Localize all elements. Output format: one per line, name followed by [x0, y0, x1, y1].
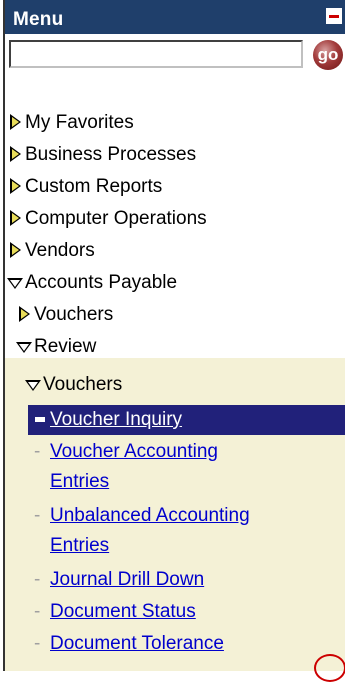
menu-item-custom-reports[interactable]: Custom Reports [5, 170, 345, 202]
link-line: Entries [50, 471, 110, 492]
menu-item-review-vouchers[interactable]: Vouchers [5, 368, 345, 400]
menu-item-business-processes[interactable]: Business Processes [5, 138, 345, 170]
link-line: Unbalanced Accounting [50, 505, 250, 526]
menu-item-label: Accounts Payable [25, 272, 178, 293]
menu-item-computer-operations[interactable]: Computer Operations [5, 202, 345, 234]
menu-item-label: Vouchers [43, 374, 123, 395]
menu-item-accounts-payable[interactable]: Accounts Payable [5, 266, 345, 298]
link-voucher-inquiry[interactable]: Voucher Inquiry [50, 405, 182, 435]
folder-expanded-icon [25, 380, 41, 391]
menu-item-label: Vouchers [34, 304, 114, 325]
menu-item-vendors[interactable]: Vendors [5, 234, 345, 266]
link-voucher-accounting-entries[interactable]: Voucher Accounting Entries [50, 437, 218, 497]
link-text: Document Tolerance [50, 633, 224, 654]
dash-icon: - [34, 441, 41, 462]
menu-item-label: Custom Reports [25, 176, 163, 197]
menu-item-my-favorites[interactable]: My Favorites [5, 106, 345, 138]
folder-expanded-icon [16, 342, 32, 353]
folder-collapsed-icon [19, 306, 30, 322]
minus-icon [329, 15, 339, 18]
folder-collapsed-icon [10, 210, 21, 226]
folder-collapsed-icon [10, 242, 21, 258]
dash-icon: - [34, 569, 41, 590]
menu-header: Menu [5, 0, 345, 34]
menu-item-label: Business Processes [25, 144, 197, 165]
dash-icon: - [34, 505, 41, 526]
link-text: Document Status [50, 601, 196, 622]
menu-item-label: My Favorites [25, 112, 134, 133]
selected-bullet-icon [35, 417, 45, 422]
collapse-menu-button[interactable] [324, 6, 344, 26]
dash-icon: - [34, 633, 41, 654]
folder-collapsed-icon [10, 146, 21, 162]
dash-icon: - [34, 601, 41, 622]
folder-collapsed-icon [10, 114, 21, 130]
menu-item-label: Review [34, 336, 97, 357]
link-document-tolerance[interactable]: Document Tolerance [50, 629, 224, 659]
menu-item-vouchers[interactable]: Vouchers [5, 298, 345, 330]
link-line: Voucher Accounting [50, 441, 218, 462]
menu-item-label: Computer Operations [25, 208, 207, 229]
link-document-status[interactable]: Document Status [50, 597, 196, 627]
link-line: Entries [50, 535, 110, 556]
go-button[interactable]: go [313, 40, 343, 70]
link-text: Journal Drill Down [50, 569, 205, 590]
annotation-circle [314, 654, 345, 682]
link-journal-drill-down[interactable]: Journal Drill Down [50, 565, 204, 595]
menu-search-row: go [5, 34, 345, 74]
folder-expanded-icon [7, 278, 23, 289]
menu-panel: Menu go My Favorites Business Processes … [3, 0, 345, 671]
link-unbalanced-accounting-entries[interactable]: Unbalanced Accounting Entries [50, 501, 250, 561]
menu-title: Menu [13, 9, 64, 30]
menu-search-input[interactable] [9, 40, 303, 68]
folder-collapsed-icon [10, 178, 21, 194]
menu-item-label: Vendors [25, 240, 95, 261]
